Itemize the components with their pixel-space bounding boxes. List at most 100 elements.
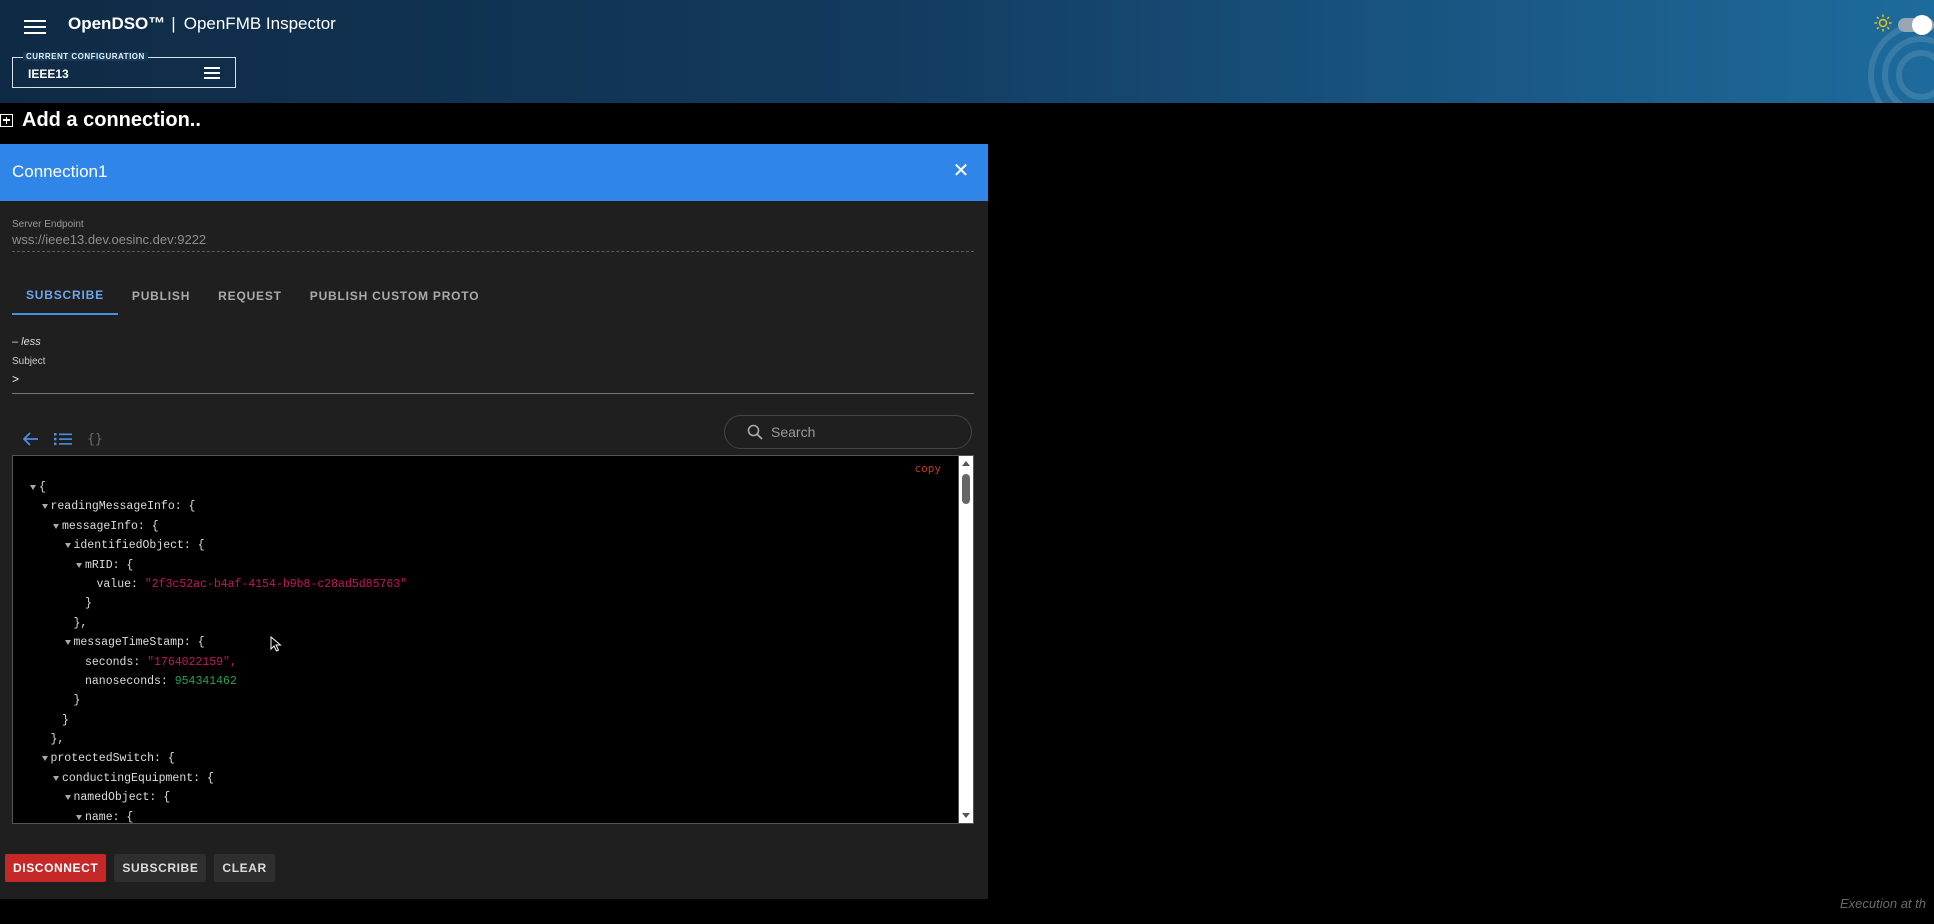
json-key: namedObject <box>73 791 150 805</box>
tab-publish-custom-proto[interactable]: PUBLISH CUSTOM PROTO <box>296 276 494 315</box>
tab-publish[interactable]: PUBLISH <box>118 276 204 315</box>
connection-card: Connection1 ✕ Server Endpoint wss://ieee… <box>0 144 988 899</box>
expand-caret-icon[interactable] <box>41 504 48 510</box>
copy-button[interactable]: copy <box>915 462 942 475</box>
hamburger-menu-icon[interactable] <box>24 17 46 35</box>
json-open-brace: { <box>188 500 196 514</box>
json-entry: messageInfo: { <box>62 519 159 533</box>
search-placeholder: Search <box>771 424 816 440</box>
expand-caret-icon[interactable] <box>53 775 59 781</box>
scroll-down-arrow-icon[interactable] <box>962 813 970 818</box>
expand-caret-icon[interactable] <box>53 523 59 529</box>
config-label: CURRENT CONFIGURATION <box>23 52 148 61</box>
json-key: messageTimeStamp <box>73 636 184 650</box>
expand-caret-icon[interactable] <box>64 640 71 646</box>
json-entry: name: { <box>85 810 134 824</box>
plus-box-icon <box>0 113 13 127</box>
view-mode-toolbar: {} <box>20 428 106 450</box>
expand-caret-icon[interactable] <box>30 485 36 490</box>
json-string-value: "2f3c52ac-b4af-4154-b9b8-c28ad5d85763" <box>144 577 408 591</box>
json-open-brace: { <box>163 791 171 805</box>
expand-caret-icon[interactable] <box>76 562 82 568</box>
json-key: nanoseconds <box>85 674 161 688</box>
json-key: seconds <box>85 655 134 669</box>
json-key: name <box>85 810 113 824</box>
config-menu-icon[interactable] <box>204 67 220 79</box>
add-connection-button[interactable]: Add a connection.. <box>0 108 201 132</box>
json-entry: protectedSwitch: { <box>50 752 175 766</box>
expand-caret-icon[interactable] <box>41 756 48 762</box>
expand-caret-icon[interactable] <box>64 543 71 549</box>
brand-name: OpenDSO™ <box>68 14 166 33</box>
mouse-cursor-icon <box>270 636 282 652</box>
connection-title: Connection1 <box>12 162 108 181</box>
json-entry: value: "2f3c52ac-b4af-4154-b9b8-c28ad5d8… <box>96 577 408 591</box>
app-header: OpenDSO™ | OpenFMB Inspector CURRENT CONFI… <box>0 0 1934 103</box>
json-key: value <box>96 577 132 591</box>
expand-caret-icon[interactable] <box>76 814 82 820</box>
connection-card-header: Connection1 ✕ <box>0 144 988 201</box>
json-close-brace: } <box>85 597 92 611</box>
json-entry: seconds: "1764022159", <box>85 655 237 669</box>
json-view-icon[interactable]: {} <box>84 428 106 450</box>
sun-icon <box>1874 14 1892 32</box>
toggle-knob <box>1912 15 1932 35</box>
app-title: OpenDSO™ | OpenFMB Inspector <box>68 14 336 34</box>
scroll-up-arrow-icon[interactable] <box>962 461 970 466</box>
json-key: protectedSwitch <box>50 752 155 766</box>
json-number-value: 954341462 <box>174 674 237 688</box>
json-open-brace: { <box>126 558 134 572</box>
json-open-brace: { <box>197 539 205 553</box>
connection-actions: DISCONNECT SUBSCRIBE CLEAR <box>5 854 275 882</box>
json-close-brace: } <box>73 694 81 708</box>
json-open-brace: { <box>206 771 214 785</box>
back-arrow-icon[interactable] <box>20 428 42 450</box>
json-entry: nanoseconds: 954341462 <box>85 674 237 688</box>
json-open-brace: { <box>126 810 134 824</box>
app-name: OpenFMB Inspector <box>183 14 336 33</box>
show-less-link[interactable]: – less <box>12 336 41 348</box>
server-endpoint-field[interactable]: wss://ieee13.dev.oesinc.dev:9222 <box>12 232 974 252</box>
search-icon <box>747 424 763 440</box>
config-value: IEEE13 <box>28 67 69 81</box>
json-open-brace: { <box>167 752 175 766</box>
subject-input[interactable]: > <box>12 372 974 394</box>
json-key: messageInfo <box>62 519 138 533</box>
server-endpoint-label: Server Endpoint <box>12 219 84 230</box>
list-view-icon[interactable] <box>52 428 74 450</box>
json-entry: readingMessageInfo: { <box>50 500 196 514</box>
add-connection-label: Add a connection.. <box>22 108 201 131</box>
tab-subscribe[interactable]: SUBSCRIBE <box>12 276 118 315</box>
json-entry: mRID: { <box>85 558 134 572</box>
close-icon[interactable]: ✕ <box>950 160 972 182</box>
json-key: mRID <box>85 558 113 572</box>
scroll-thumb[interactable] <box>962 474 970 504</box>
json-entry: conductingEquipment: { <box>62 771 214 785</box>
clear-button[interactable]: CLEAR <box>214 854 275 882</box>
json-entry: messageTimeStamp: { <box>73 636 205 650</box>
disconnect-button[interactable]: DISCONNECT <box>5 854 107 882</box>
json-entry: { <box>39 478 46 497</box>
json-scrollbar[interactable] <box>958 456 973 823</box>
message-tabs: SUBSCRIBE PUBLISH REQUEST PUBLISH CUSTOM… <box>12 276 493 315</box>
execution-note: Execution at th <box>1840 896 1926 911</box>
json-entry: namedObject: { <box>73 791 171 805</box>
tab-request[interactable]: REQUEST <box>204 276 296 315</box>
json-entry: identifiedObject: { <box>73 539 205 553</box>
json-string-value: "1764022159", <box>147 655 237 669</box>
search-input[interactable]: Search <box>724 415 972 449</box>
theme-toggle[interactable] <box>1898 15 1934 35</box>
expand-caret-icon[interactable] <box>64 795 71 801</box>
json-key: identifiedObject <box>73 539 184 553</box>
title-separator: | <box>171 14 176 33</box>
subscribe-button[interactable]: SUBSCRIBE <box>114 854 207 882</box>
subject-label: Subject <box>12 356 46 367</box>
json-key: conductingEquipment <box>62 771 194 785</box>
json-open-brace: { <box>39 481 46 494</box>
json-close-brace: }, <box>73 616 88 630</box>
json-open-brace: { <box>151 519 159 533</box>
json-close-brace: }, <box>50 733 65 747</box>
current-configuration-field[interactable]: CURRENT CONFIGURATION IEEE13 <box>12 52 236 88</box>
json-open-brace: { <box>197 636 205 650</box>
json-viewer[interactable]: copy {readingMessageInfo: {messageInfo: … <box>12 455 974 824</box>
